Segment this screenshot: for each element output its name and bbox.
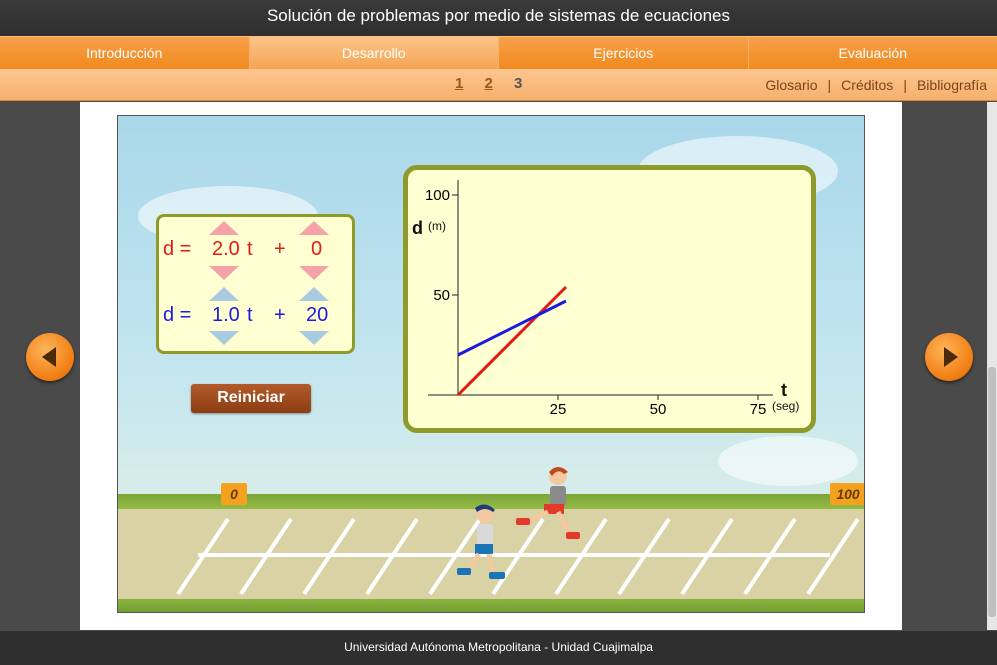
red-coef-up-arrow[interactable]	[209, 221, 239, 235]
x-tick-label: 25	[550, 401, 567, 418]
link-separator: |	[827, 77, 832, 93]
blue-series-line	[457, 299, 567, 357]
axis-ticks: 100 50 25 50 75	[425, 187, 766, 418]
grass-bottom	[118, 599, 864, 612]
blue-eq-coef: 1.0	[212, 304, 240, 326]
tab-evaluacion[interactable]: Evaluación	[749, 37, 997, 69]
blue-eq-const: 20	[306, 304, 329, 326]
blue-eq-lhs: d =	[163, 304, 192, 326]
red-const-up-arrow[interactable]	[299, 221, 329, 235]
page-link-2[interactable]: 2	[485, 75, 493, 92]
red-equation: d = 2.0 t + 0	[159, 238, 358, 268]
blue-const-down-arrow[interactable]	[299, 331, 329, 345]
red-const-down-arrow[interactable]	[299, 266, 329, 280]
finish-marker: 100	[830, 483, 864, 505]
runner-red-icon	[516, 467, 580, 539]
equations-panel: d = 2.0 t + 0 d = 1.0 t + 20	[156, 214, 355, 354]
red-eq-var: t	[247, 238, 253, 260]
series-lines	[456, 285, 568, 397]
red-eq-coef: 2.0	[212, 238, 240, 260]
x-axis-unit: (seg)	[772, 399, 799, 413]
tab-ejercicios[interactable]: Ejercicios	[499, 37, 749, 69]
start-marker: 0	[221, 483, 247, 505]
blue-const-up-arrow[interactable]	[299, 287, 329, 301]
next-page-button[interactable]	[925, 333, 973, 381]
bibliografia-link[interactable]: Bibliografía	[917, 77, 987, 93]
page-selector: 1 2 3	[455, 75, 539, 92]
cloud	[718, 436, 858, 486]
graph-panel: d (m) t (seg) 100 50 25 50 75	[403, 165, 816, 433]
runner-blue-icon	[457, 504, 505, 579]
link-separator: |	[903, 77, 907, 93]
blue-equation: d = 1.0 t + 20	[159, 304, 358, 334]
y-axis-label: d	[412, 218, 423, 238]
sub-nav: 1 2 3 Glosario | Créditos | Bibliografía	[0, 69, 997, 101]
simulation-scene: d = 2.0 t + 0 d = 1.0 t + 20 Reiniciar d…	[117, 115, 865, 613]
blue-eq-var: t	[247, 304, 253, 326]
red-eq-lhs: d =	[163, 238, 192, 260]
red-series-line	[456, 285, 568, 397]
glosario-link[interactable]: Glosario	[765, 77, 817, 93]
blue-coef-up-arrow[interactable]	[209, 287, 239, 301]
arrow-left-icon	[42, 347, 56, 367]
reset-button[interactable]: Reiniciar	[191, 384, 311, 413]
page-link-1[interactable]: 1	[455, 75, 463, 92]
red-eq-const: 0	[311, 238, 323, 260]
distance-time-chart: d (m) t (seg) 100 50 25 50 75	[412, 180, 799, 418]
creditos-link[interactable]: Créditos	[841, 77, 893, 93]
tab-introduccion[interactable]: Introducción	[0, 37, 250, 69]
red-coef-down-arrow[interactable]	[209, 266, 239, 280]
red-eq-plus: +	[274, 238, 286, 260]
y-tick-label: 50	[433, 287, 450, 304]
tab-desarrollo[interactable]: Desarrollo	[249, 37, 499, 69]
y-axis-unit: (m)	[428, 219, 446, 233]
y-tick-label: 100	[425, 187, 450, 204]
footer: Universidad Autónoma Metropolitana - Uni…	[0, 631, 997, 665]
previous-page-button[interactable]	[26, 333, 74, 381]
scrollbar[interactable]	[987, 102, 997, 630]
x-tick-label: 50	[650, 401, 667, 418]
page-current-3: 3	[514, 75, 523, 92]
resource-links: Glosario | Créditos | Bibliografía	[765, 77, 987, 93]
app-title: Solución de problemas por medio de siste…	[0, 0, 997, 36]
x-tick-label: 75	[750, 401, 767, 418]
main-nav: Introducción Desarrollo Ejercicios Evalu…	[0, 36, 997, 69]
scrollbar-thumb[interactable]	[988, 367, 996, 617]
arrow-right-icon	[944, 347, 958, 367]
x-axis-label: t	[781, 380, 787, 400]
blue-eq-plus: +	[274, 304, 286, 326]
blue-coef-down-arrow[interactable]	[209, 331, 239, 345]
